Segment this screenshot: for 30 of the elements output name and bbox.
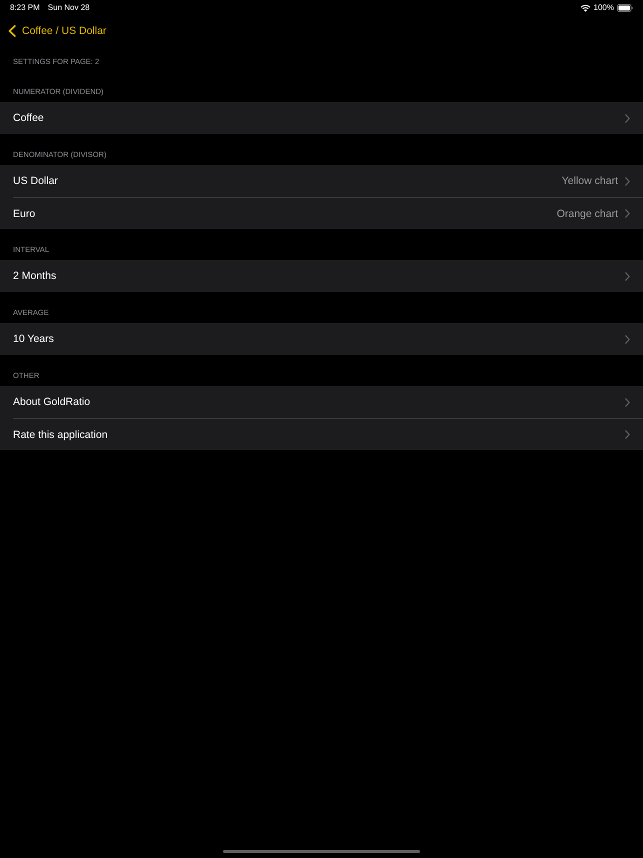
settings-row[interactable]: 2 Months <box>0 260 643 292</box>
row-label: Rate this application <box>13 428 108 442</box>
row-label: Euro <box>13 206 36 220</box>
settings-row[interactable]: Coffee <box>0 102 643 134</box>
chevron-right-icon <box>625 209 630 218</box>
row-value: Yellow chart <box>562 174 618 188</box>
chevron-right-icon <box>625 430 630 439</box>
chevron-right-icon <box>625 272 630 280</box>
battery-icon <box>617 4 633 12</box>
chevron-left-icon <box>8 25 16 37</box>
status-time: 8:23 PM <box>10 2 40 14</box>
settings-row[interactable]: Euro Orange chart <box>0 197 643 229</box>
status-date: Sun Nov 28 <box>48 2 90 14</box>
settings-row[interactable]: About GoldRatio <box>0 386 643 418</box>
row-label: US Dollar <box>13 174 58 188</box>
settings-row[interactable]: US Dollar Yellow chart <box>0 165 643 197</box>
row-label: 10 Years <box>13 332 54 346</box>
row-label: 2 Months <box>13 269 56 283</box>
row-label: Coffee <box>13 111 44 125</box>
battery-percent: 100% <box>594 2 614 14</box>
row-value: Orange chart <box>556 206 618 220</box>
wifi-icon <box>580 4 591 12</box>
row-label: About GoldRatio <box>13 395 90 409</box>
settings-row[interactable]: 10 Years <box>0 323 643 355</box>
chevron-right-icon <box>625 398 630 406</box>
chevron-right-icon <box>625 114 630 122</box>
chevron-right-icon <box>625 176 630 186</box>
back-button[interactable]: Coffee / US Dollar <box>8 24 106 38</box>
chevron-right-icon <box>625 334 630 344</box>
settings-row[interactable]: Rate this application <box>0 418 643 450</box>
